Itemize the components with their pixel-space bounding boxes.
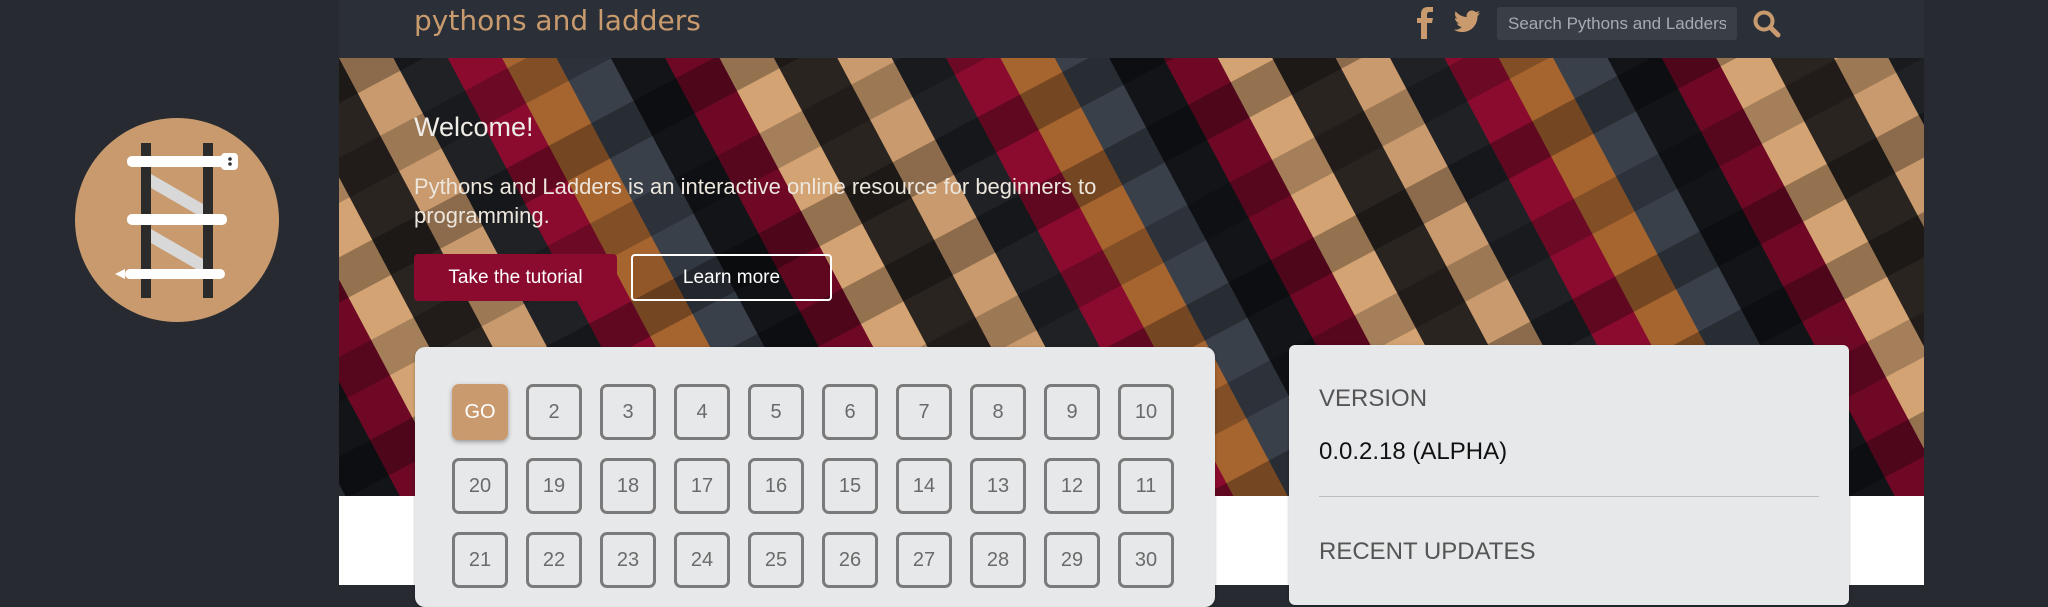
welcome-heading: Welcome!	[414, 112, 534, 142]
twitter-icon[interactable]	[1453, 10, 1481, 34]
lesson-tile[interactable]: 20	[452, 458, 508, 514]
sidebar	[0, 0, 339, 585]
lesson-tile[interactable]: 11	[1118, 458, 1174, 514]
right-gutter	[1924, 0, 2048, 585]
lesson-tile[interactable]: 25	[748, 532, 804, 588]
lesson-tile[interactable]: 4	[674, 384, 730, 440]
version-heading: VERSION	[1319, 385, 1428, 412]
top-navbar: pythons and ladders	[339, 0, 1924, 58]
lesson-tile[interactable]: 15	[822, 458, 878, 514]
lesson-tile[interactable]: 17	[674, 458, 730, 514]
lesson-tile[interactable]: 14	[896, 458, 952, 514]
facebook-icon[interactable]	[1414, 6, 1438, 40]
learn-more-button[interactable]: Learn more	[631, 254, 832, 301]
lesson-tile[interactable]: 8	[970, 384, 1026, 440]
lesson-tile[interactable]: 3	[600, 384, 656, 440]
lesson-tile[interactable]: 16	[748, 458, 804, 514]
lesson-tile[interactable]: 19	[526, 458, 582, 514]
lesson-tile[interactable]: 2	[526, 384, 582, 440]
lesson-tile[interactable]: 26	[822, 532, 878, 588]
lesson-tile[interactable]: 12	[1044, 458, 1100, 514]
lesson-board-card: GO 2 3 4 5 6 7 8 9 10 20 19 18 17 16 15 …	[415, 347, 1215, 607]
lesson-tile[interactable]: 28	[970, 532, 1026, 588]
intro-text: Pythons and Ladders is an interactive on…	[414, 174, 1097, 228]
lesson-tile[interactable]: 21	[452, 532, 508, 588]
lesson-tile[interactable]: 22	[526, 532, 582, 588]
info-card: VERSION 0.0.2.18 (ALPHA) RECENT UPDATES	[1289, 345, 1849, 605]
lesson-tile[interactable]: 6	[822, 384, 878, 440]
lesson-tile[interactable]: 27	[896, 532, 952, 588]
ladder-logo-icon[interactable]	[75, 118, 279, 322]
lesson-tile[interactable]: 7	[896, 384, 952, 440]
lesson-tile[interactable]: 29	[1044, 532, 1100, 588]
lesson-tile[interactable]: 9	[1044, 384, 1100, 440]
version-value: 0.0.2.18 (ALPHA)	[1319, 438, 1508, 465]
lesson-tile[interactable]: 10	[1118, 384, 1174, 440]
brand-title[interactable]: pythons and ladders	[414, 4, 701, 37]
lesson-tile[interactable]: 30	[1118, 532, 1174, 588]
lesson-tile[interactable]: 13	[970, 458, 1026, 514]
divider	[1319, 496, 1819, 497]
lesson-tile[interactable]: 24	[674, 532, 730, 588]
recent-updates-heading: RECENT UPDATES	[1319, 538, 1536, 565]
search-icon[interactable]	[1751, 8, 1783, 40]
lesson-tile[interactable]: 23	[600, 532, 656, 588]
search-input[interactable]	[1497, 7, 1737, 40]
take-tutorial-button[interactable]: Take the tutorial	[414, 254, 617, 301]
lesson-tile[interactable]: 18	[600, 458, 656, 514]
lesson-tile[interactable]: 5	[748, 384, 804, 440]
lesson-tile-go[interactable]: GO	[452, 384, 508, 440]
